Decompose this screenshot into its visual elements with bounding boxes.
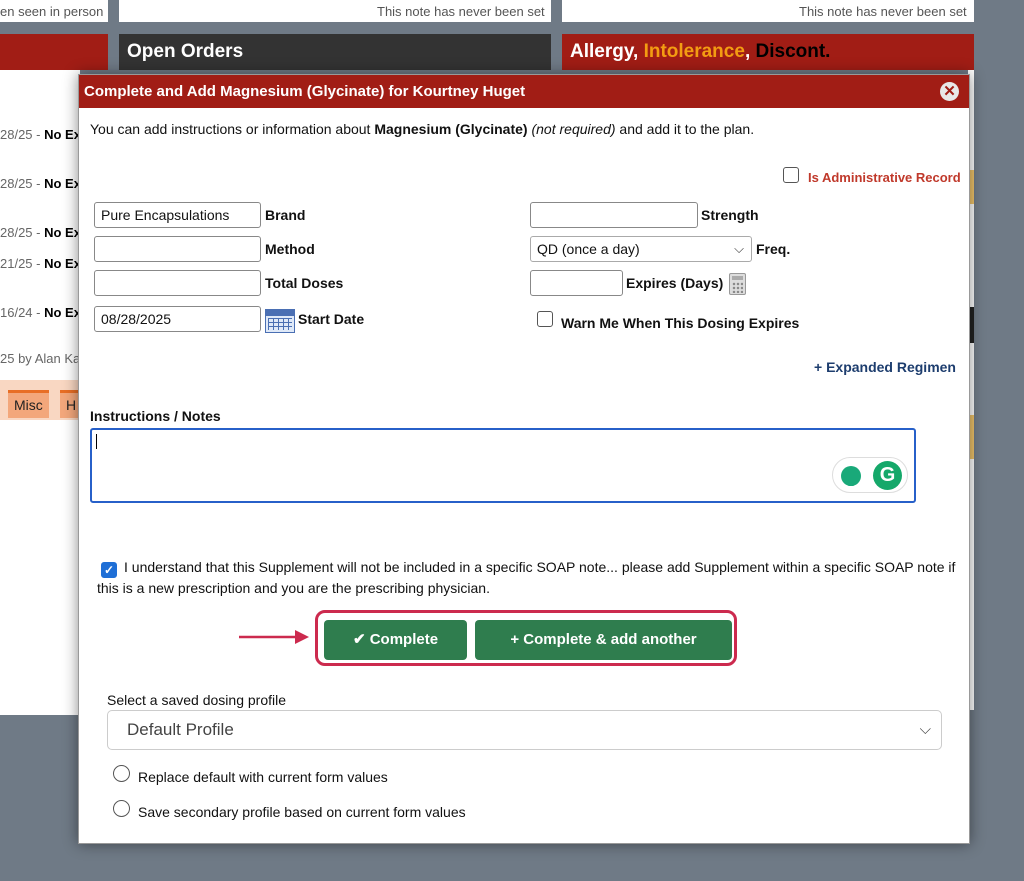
acknowledge-text: I understand that this Supplement will n… [97,559,956,596]
text-caret [96,434,97,449]
bg-row-4: 21/25 - No Ex [0,256,81,271]
complete-button-label: Complete [369,631,439,648]
grammarly-icon[interactable]: G [873,461,902,490]
calculator-icon[interactable] [729,273,746,295]
total-doses-label: Total Doses [265,275,344,291]
freq-label: Freq. [756,241,791,257]
bg-mid-note: This note has never been set [377,4,545,19]
bg-tab-misc[interactable]: Misc [8,390,49,418]
method-label: Method [265,241,315,257]
complete-add-another-button[interactable]: + Complete & add another [475,620,732,660]
intro-item-name: Magnesium (Glycinate) [374,121,528,137]
dosing-profile-select[interactable]: Default Profile ⌵ [107,710,942,750]
admin-record-label: Is Administrative Record [808,170,961,185]
dosing-profile-value: Default Profile [127,720,234,739]
replace-default-label: Replace default with current form values [138,769,388,785]
bg-right-note: This note has never been set [799,4,967,19]
admin-record-checkbox[interactable] [783,167,799,183]
bg-row-2: 28/25 - No Ex [0,176,81,191]
acknowledge-row: ✓ I understand that this Supplement will … [97,557,957,599]
chevron-down-icon: ⌵ [919,721,931,738]
strength-input[interactable] [530,202,698,228]
warn-expires-label: Warn Me When This Dosing Expires [561,315,800,331]
expires-input[interactable] [530,270,623,296]
replace-default-radio[interactable] [113,765,130,782]
allergy-title-3: , [744,41,756,62]
acknowledge-checkbox[interactable]: ✓ [101,562,117,578]
strength-label: Strength [701,207,759,223]
notes-textarea[interactable]: G [90,428,916,503]
start-date-input[interactable] [94,306,261,332]
notes-label: Instructions / Notes [90,408,221,424]
brand-label: Brand [265,207,306,223]
calendar-icon[interactable] [265,309,295,333]
intro-not-required: (not required) [531,121,616,137]
bg-left-header [0,34,108,70]
secondary-profile-radio[interactable] [113,800,130,817]
expires-label: Expires (Days) [626,275,724,291]
dialog-title-bar: Complete and Add Magnesium (Glycinate) f… [79,75,969,108]
open-orders-title: Open Orders [127,41,244,62]
freq-select[interactable]: QD (once a day) ⌵ [530,236,752,262]
freq-value: QD (once a day) [537,241,640,257]
start-date-label: Start Date [298,311,365,327]
brand-input[interactable] [94,202,261,228]
grammarly-widget[interactable]: G [832,457,908,493]
expanded-regimen-link[interactable]: + Expanded Regimen [814,359,956,375]
complete-button[interactable]: ✔ Complete [324,620,467,660]
allergy-title-discont: Discont. [755,41,831,62]
bg-row-5: 16/24 - No Ex [0,305,81,320]
warn-expires-checkbox[interactable] [537,311,553,327]
bg-by-line: 25 by Alan Ka [0,351,81,366]
secondary-profile-label: Save secondary profile based on current … [138,804,466,820]
total-doses-input[interactable] [94,270,261,296]
complete-add-dialog: Complete and Add Magnesium (Glycinate) f… [78,74,970,844]
button-highlight: ✔ Complete + Complete & add another [315,610,737,666]
bg-left-note: en seen in person [0,4,104,19]
allergy-header: Allergy, Intolerance, Discont. [562,34,974,70]
allergy-title-1: Allergy, [570,41,644,62]
profile-label: Select a saved dosing profile [107,692,286,708]
complete-add-label: Complete & add another [523,631,697,648]
open-orders-header: Open Orders [119,34,551,70]
allergy-title-intolerance: Intolerance [643,41,745,62]
close-icon[interactable]: ✕ [940,82,959,101]
bg-row-1: 28/25 - No Ex [0,127,81,142]
method-input[interactable] [94,236,261,262]
intro-text: You can add instructions or information … [90,121,755,137]
check-icon: ✔ [352,631,370,648]
pointer-arrow-icon [239,630,309,644]
chevron-down-icon: ⌵ [734,241,744,256]
plus-icon: + [510,631,524,648]
lightbulb-icon[interactable] [841,466,861,486]
dialog-title: Complete and Add Magnesium (Glycinate) f… [84,83,526,100]
bg-row-3: 28/25 - No Ex [0,225,81,240]
